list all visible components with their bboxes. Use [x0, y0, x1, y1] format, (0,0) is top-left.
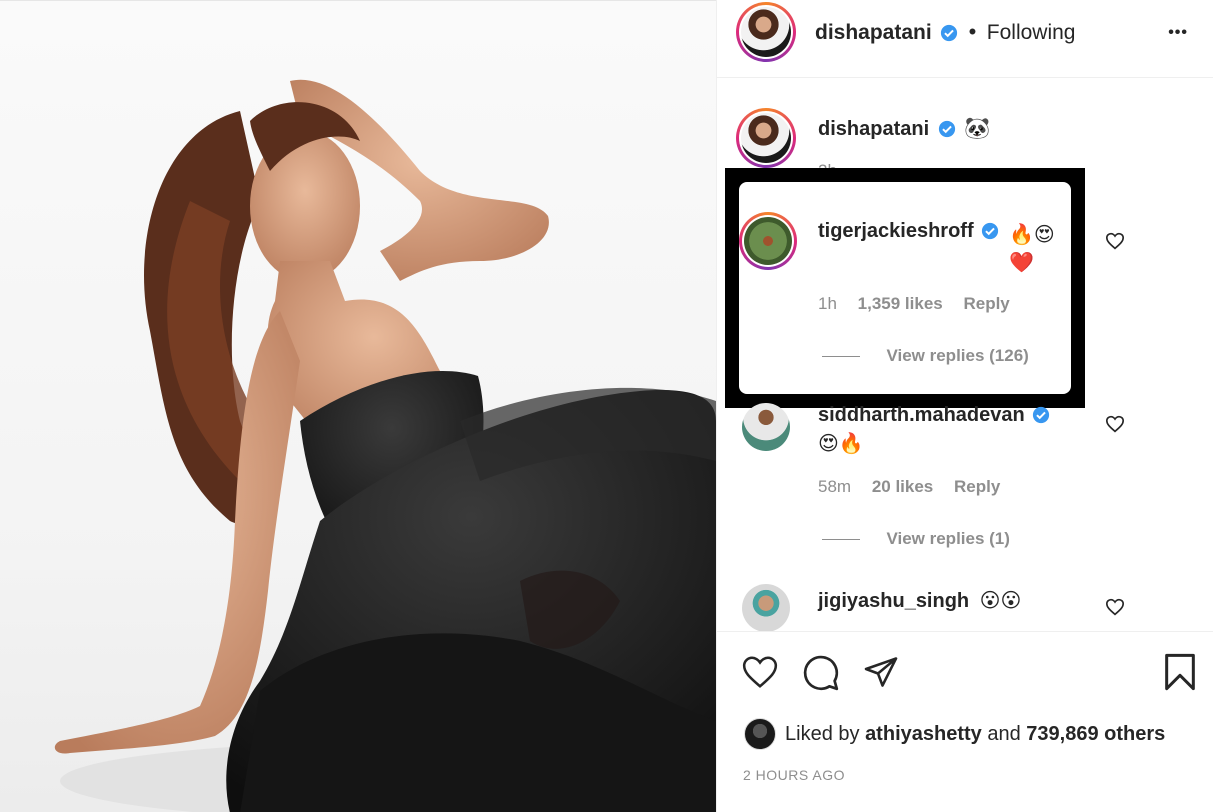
- post-image: [54, 79, 716, 812]
- like-comment-heart-icon[interactable]: [1105, 415, 1125, 433]
- liked-by-others[interactable]: 739,869 others: [1026, 723, 1165, 745]
- post-actions: Liked by athiyashetty and 739,869 others…: [717, 631, 1213, 812]
- verified-badge-icon: [981, 222, 999, 239]
- replies-divider: [822, 356, 860, 358]
- author-username[interactable]: dishapatani: [815, 21, 932, 44]
- like-comment-heart-icon[interactable]: [1105, 232, 1125, 250]
- post-sidebar: dishapatani • Following ••• dishapatani …: [716, 0, 1213, 812]
- author-avatar[interactable]: [736, 2, 796, 62]
- comment-meta: 58m 20 likes Reply: [818, 477, 1000, 497]
- comment-icon[interactable]: [802, 654, 840, 692]
- view-replies-button[interactable]: View replies (126): [886, 346, 1028, 365]
- liked-by-avatar[interactable]: [744, 718, 776, 750]
- comment-meta: 1h 1,359 likes Reply: [818, 294, 1010, 314]
- following-button[interactable]: Following: [987, 21, 1076, 44]
- liked-by-user[interactable]: athiyashetty: [865, 723, 982, 745]
- verified-badge-icon: [941, 24, 958, 41]
- more-options-icon[interactable]: •••: [1168, 24, 1188, 42]
- caption: dishapatani 🐼: [818, 116, 990, 141]
- comment-avatar[interactable]: [739, 212, 797, 270]
- separator-dot: •: [968, 19, 977, 44]
- caption-text: 🐼: [964, 116, 991, 140]
- like-comment-heart-icon[interactable]: [1105, 598, 1125, 616]
- liked-by-and: and: [987, 723, 1021, 745]
- comment-username[interactable]: tigerjackieshroff: [818, 220, 974, 242]
- post-header: dishapatani • Following •••: [717, 0, 1213, 78]
- comment-time: 1h: [818, 294, 837, 313]
- view-replies-button[interactable]: View replies (1): [886, 529, 1009, 548]
- caption-avatar[interactable]: [736, 108, 796, 168]
- comment-likes[interactable]: 1,359 likes: [858, 294, 943, 313]
- like-heart-icon[interactable]: [741, 654, 779, 690]
- highlight-frame: tigerjackieshroff 🔥😍 ❤️ 1h 1,359 likes R…: [725, 168, 1085, 408]
- replies-divider: [822, 539, 860, 541]
- comment-username[interactable]: siddharth.mahadevan: [818, 404, 1025, 426]
- verified-badge-icon: [938, 120, 955, 137]
- share-icon[interactable]: [862, 654, 900, 690]
- comment-avatar[interactable]: [742, 403, 790, 451]
- reply-button[interactable]: Reply: [963, 294, 1009, 313]
- post-photo[interactable]: [0, 0, 716, 812]
- verified-badge-icon: [1033, 406, 1050, 423]
- caption-username[interactable]: dishapatani: [818, 118, 929, 140]
- comment-likes[interactable]: 20 likes: [872, 477, 933, 496]
- comment-username[interactable]: jigiyashu_singh: [818, 590, 969, 612]
- reply-button[interactable]: Reply: [954, 477, 1000, 496]
- post-timestamp[interactable]: 2 HOURS AGO: [743, 767, 845, 783]
- save-bookmark-icon[interactable]: [1163, 652, 1197, 692]
- comment-text: 😮😮: [979, 588, 1022, 612]
- likes-summary: Liked by athiyashetty and 739,869 others: [785, 723, 1165, 746]
- comment-text: 😍🔥: [818, 431, 864, 455]
- comment-avatar[interactable]: [742, 584, 790, 631]
- comment-time: 58m: [818, 477, 852, 496]
- comments-list: dishapatani 🐼 2h tigerjackieshroff: [717, 78, 1213, 631]
- comment-text: 🔥😍 ❤️: [1009, 222, 1055, 274]
- liked-by-label: Liked by: [785, 723, 860, 745]
- comment-item: tigerjackieshroff 🔥😍 ❤️ 1h 1,359 likes R…: [739, 182, 1071, 394]
